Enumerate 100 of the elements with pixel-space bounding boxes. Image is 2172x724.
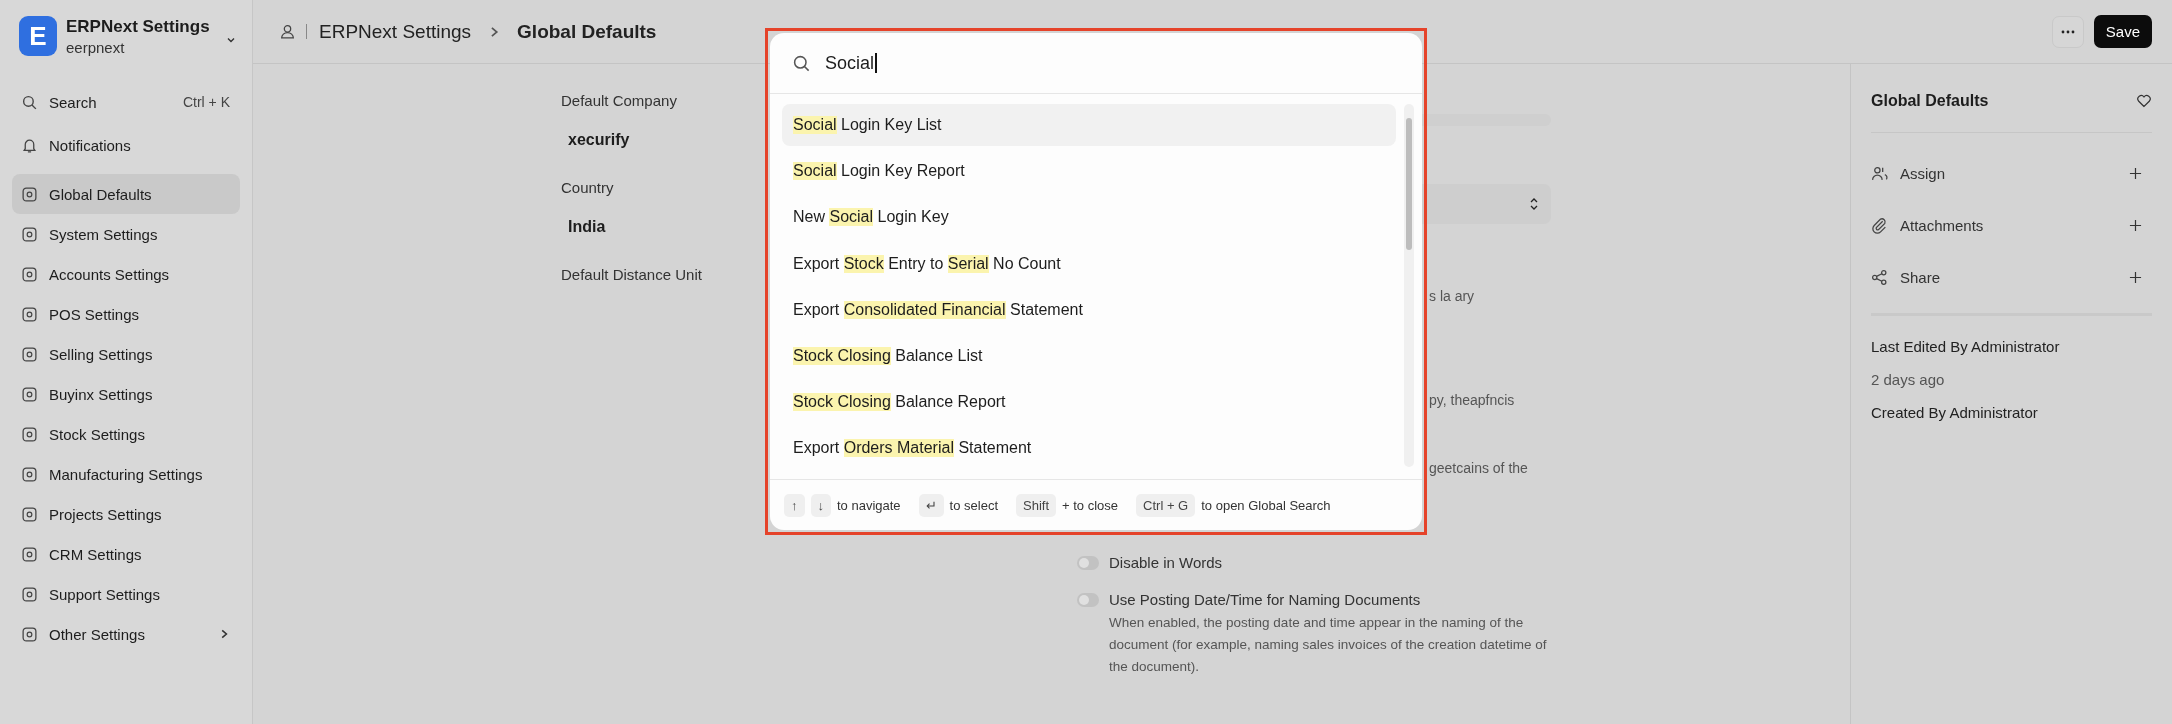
description-text: geetcains of the: [1429, 460, 1529, 476]
toggle-label: Disable in Words: [1109, 554, 1223, 571]
sidebar-item[interactable]: Buyinx Settings: [12, 374, 240, 414]
hint-label: to navigate: [837, 497, 901, 513]
toggle-label: Use Posting Date/Time for Naming Documents: [1109, 591, 1422, 608]
match-highlight: Stock Closing: [793, 346, 891, 365]
people-icon: [1871, 164, 1888, 182]
result-text: Statement: [957, 439, 1032, 458]
plus-icon[interactable]: [2129, 218, 2142, 232]
text-cursor: [875, 53, 877, 73]
save-button[interactable]: Save: [2093, 15, 2152, 48]
square-icon: [21, 505, 38, 523]
key-hint: ↓: [810, 493, 831, 517]
sidebar-item-label: Support Settings: [49, 585, 161, 603]
square-icon: [21, 425, 38, 443]
notifications-label: Notifications: [49, 136, 132, 154]
sidebar-item[interactable]: Support Settings: [12, 574, 240, 614]
timestamp: 2 days ago: [1871, 371, 1946, 388]
search-result[interactable]: Stock Closing Balance List: [782, 334, 1396, 377]
panel-title: Global Defaults: [1871, 92, 1989, 110]
heart-icon[interactable]: [2136, 93, 2152, 109]
action-label: Assign: [1900, 164, 1947, 182]
result-text: Login Key: [876, 208, 949, 227]
match-highlight: Social: [793, 162, 837, 181]
match-highlight: Stock: [843, 254, 884, 273]
shortcut-hint: Ctrl + K: [182, 94, 230, 110]
search-result[interactable]: Export Orders Material Statement: [782, 427, 1396, 470]
panel-action[interactable]: Share: [1871, 251, 2152, 303]
result-text: Login Key List: [840, 116, 942, 134]
hint-label: to select: [949, 497, 999, 513]
search-icon: [21, 93, 38, 111]
sidebar-item-label: Manufacturing Settings: [49, 465, 204, 483]
toggle-switch[interactable]: [1077, 556, 1099, 570]
plus-icon[interactable]: [2129, 166, 2142, 180]
square-icon: [21, 305, 38, 323]
scrollbar[interactable]: [1404, 104, 1414, 467]
field-value[interactable]: xecurify: [561, 131, 630, 149]
sidebar-item[interactable]: Selling Settings: [12, 334, 240, 374]
action-label: Share: [1900, 268, 1942, 286]
sidebar-item[interactable]: Stock Settings: [12, 414, 240, 454]
match-highlight: Orders Material: [843, 439, 954, 458]
sidebar-item-label: CRM Settings: [49, 545, 143, 563]
sidebar-item[interactable]: Other Settings: [12, 614, 240, 654]
search-result[interactable]: Stock Closing Balance Report: [782, 381, 1396, 424]
match-highlight: Stock Closing: [793, 393, 891, 412]
search-item[interactable]: Search Ctrl + K: [12, 82, 240, 122]
result-text: Export: [793, 439, 841, 458]
share-icon: [1871, 268, 1888, 286]
meta-text: Last Edited By Administrator: [1871, 338, 2061, 355]
up-down-icon: [1529, 196, 1539, 212]
match-highlight: Consolidated Financial: [843, 300, 1006, 319]
square-icon: [21, 385, 38, 403]
result-text: Balance List: [894, 346, 983, 365]
search-result[interactable]: New Social Login Key: [782, 196, 1396, 239]
key-hint: ↑: [784, 493, 805, 517]
match-highlight: Serial: [947, 254, 989, 273]
plus-icon[interactable]: [2129, 270, 2142, 284]
sidebar-item-label: Accounts Settings: [49, 265, 171, 283]
app-subtitle: eerpnext: [66, 38, 126, 56]
notifications-item[interactable]: Notifications: [12, 125, 240, 165]
result-text: Login Key Report: [840, 162, 965, 181]
sidebar-item[interactable]: Global Defaults: [12, 174, 240, 214]
panel-action[interactable]: Assign: [1871, 147, 2152, 199]
page-title: Global Defaults: [517, 20, 657, 43]
sidebar-item[interactable]: System Settings: [12, 214, 240, 254]
sidebar-item-label: Selling Settings: [49, 345, 154, 363]
caret-icon[interactable]: [226, 35, 236, 45]
field-label: Country: [561, 179, 614, 196]
key-hint: Shift: [1016, 493, 1057, 517]
sidebar-item[interactable]: Accounts Settings: [12, 254, 240, 294]
result-text: Entry to: [887, 254, 945, 273]
sidebar-item[interactable]: Projects Settings: [12, 494, 240, 534]
square-icon: [21, 265, 38, 283]
search-result[interactable]: Export Stock Entry to Serial No Count: [782, 242, 1396, 285]
meta-text: Created By Administrator: [1871, 404, 2039, 421]
search-result[interactable]: Social Login Key List: [782, 104, 1396, 146]
description-text: py, theapfncis: [1429, 392, 1516, 408]
panel-action[interactable]: Attachments: [1871, 199, 2152, 251]
toggle-switch[interactable]: [1077, 593, 1099, 607]
breadcrumb-link[interactable]: ERPNext Settings: [319, 20, 472, 43]
result-text: Balance Report: [894, 393, 1006, 412]
match-highlight: Social: [793, 116, 837, 134]
sidebar-item[interactable]: CRM Settings: [12, 534, 240, 574]
key-hint: Ctrl + G: [1136, 493, 1196, 517]
sidebar-item-label: Global Defaults: [49, 185, 153, 203]
result-text: Export: [793, 254, 841, 273]
result-text: New: [793, 208, 826, 227]
result-text: Export: [793, 300, 841, 319]
paperclip-icon: [1871, 216, 1888, 234]
field-value[interactable]: India: [561, 218, 606, 236]
search-result[interactable]: Export Consolidated Financial Statement: [782, 288, 1396, 331]
field-label: Default Distance Unit: [561, 266, 702, 283]
sidebar-item[interactable]: POS Settings: [12, 294, 240, 334]
search-result[interactable]: Social Login Key Report: [782, 150, 1396, 193]
search-field[interactable]: Social: [770, 33, 1422, 94]
square-icon: [21, 225, 38, 243]
sidebar-item[interactable]: Manufacturing Settings: [12, 454, 240, 494]
square-icon: [21, 585, 38, 603]
square-icon: [21, 545, 38, 563]
app-logo: E: [19, 16, 57, 56]
